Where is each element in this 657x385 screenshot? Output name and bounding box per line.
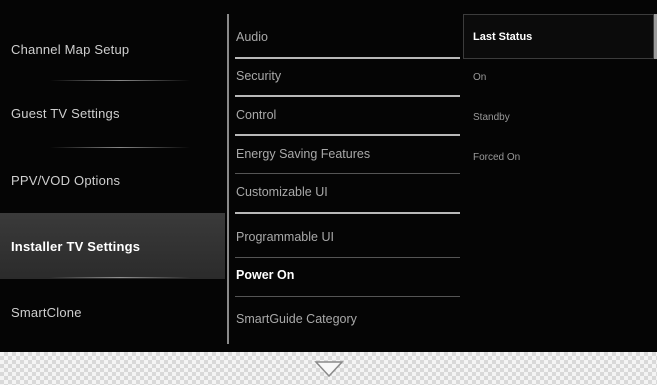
menu-item-channel-map-setup[interactable]: Channel Map Setup <box>0 16 225 82</box>
submenu-item-label: Programmable UI <box>236 230 334 244</box>
option-label: Last Status <box>473 30 533 43</box>
tv-settings-menu: Channel Map Setup Guest TV Settings PPV/… <box>0 0 657 352</box>
menu-item-label: PPV/VOD Options <box>11 172 121 188</box>
submenu-item-label: SmartGuide Category <box>236 312 357 326</box>
submenu-item-label: Power On <box>236 268 295 282</box>
menu-item-label: SmartClone <box>11 304 82 320</box>
option-label: Forced On <box>473 151 521 163</box>
menu-item-label: Installer TV Settings <box>11 238 141 254</box>
menu-item-label: Channel Map Setup <box>11 41 130 57</box>
menu-item-ppv-vod-options[interactable]: PPV/VOD Options <box>0 147 225 213</box>
option-last-status[interactable]: Last Status <box>463 14 657 59</box>
submenu-item-label: Energy Saving Features <box>236 147 371 161</box>
option-forced-on[interactable]: Forced On <box>473 147 520 167</box>
chevron-down-icon[interactable] <box>314 360 344 378</box>
option-label: On <box>473 71 487 83</box>
option-label: Standby <box>473 111 510 123</box>
submenu-item-smartguide-category[interactable]: SmartGuide Category <box>229 300 463 338</box>
menu-column-level3: Last Status On Standby Forced On <box>463 0 657 352</box>
submenu-item-energy-saving-features[interactable]: Energy Saving Features <box>229 135 463 173</box>
submenu-item-security[interactable]: Security <box>229 57 463 95</box>
submenu-separator <box>235 296 460 297</box>
submenu-item-audio[interactable]: Audio <box>229 18 463 56</box>
menu-item-installer-tv-settings[interactable]: Installer TV Settings <box>0 213 225 279</box>
menu-item-label: Guest TV Settings <box>11 105 120 121</box>
submenu-item-label: Control <box>236 108 277 122</box>
submenu-item-label: Audio <box>236 30 268 44</box>
submenu-item-programmable-ui[interactable]: Programmable UI <box>229 218 463 256</box>
submenu-item-label: Security <box>236 69 282 83</box>
submenu-item-control[interactable]: Control <box>229 96 463 134</box>
submenu-separator <box>235 212 460 214</box>
menu-item-smartclone[interactable]: SmartClone <box>0 279 225 345</box>
submenu-item-power-on[interactable]: Power On <box>229 256 463 294</box>
option-standby[interactable]: Standby <box>473 107 510 127</box>
submenu-item-label: Customizable UI <box>236 185 328 199</box>
submenu-item-customizable-ui[interactable]: Customizable UI <box>229 173 463 211</box>
menu-column-level2: Audio Security Control Energy Saving Fea… <box>229 0 463 352</box>
option-on[interactable]: On <box>473 67 486 87</box>
menu-separator <box>50 277 190 278</box>
menu-column-level1: Channel Map Setup Guest TV Settings PPV/… <box>0 0 225 352</box>
menu-item-guest-tv-settings[interactable]: Guest TV Settings <box>0 80 225 146</box>
